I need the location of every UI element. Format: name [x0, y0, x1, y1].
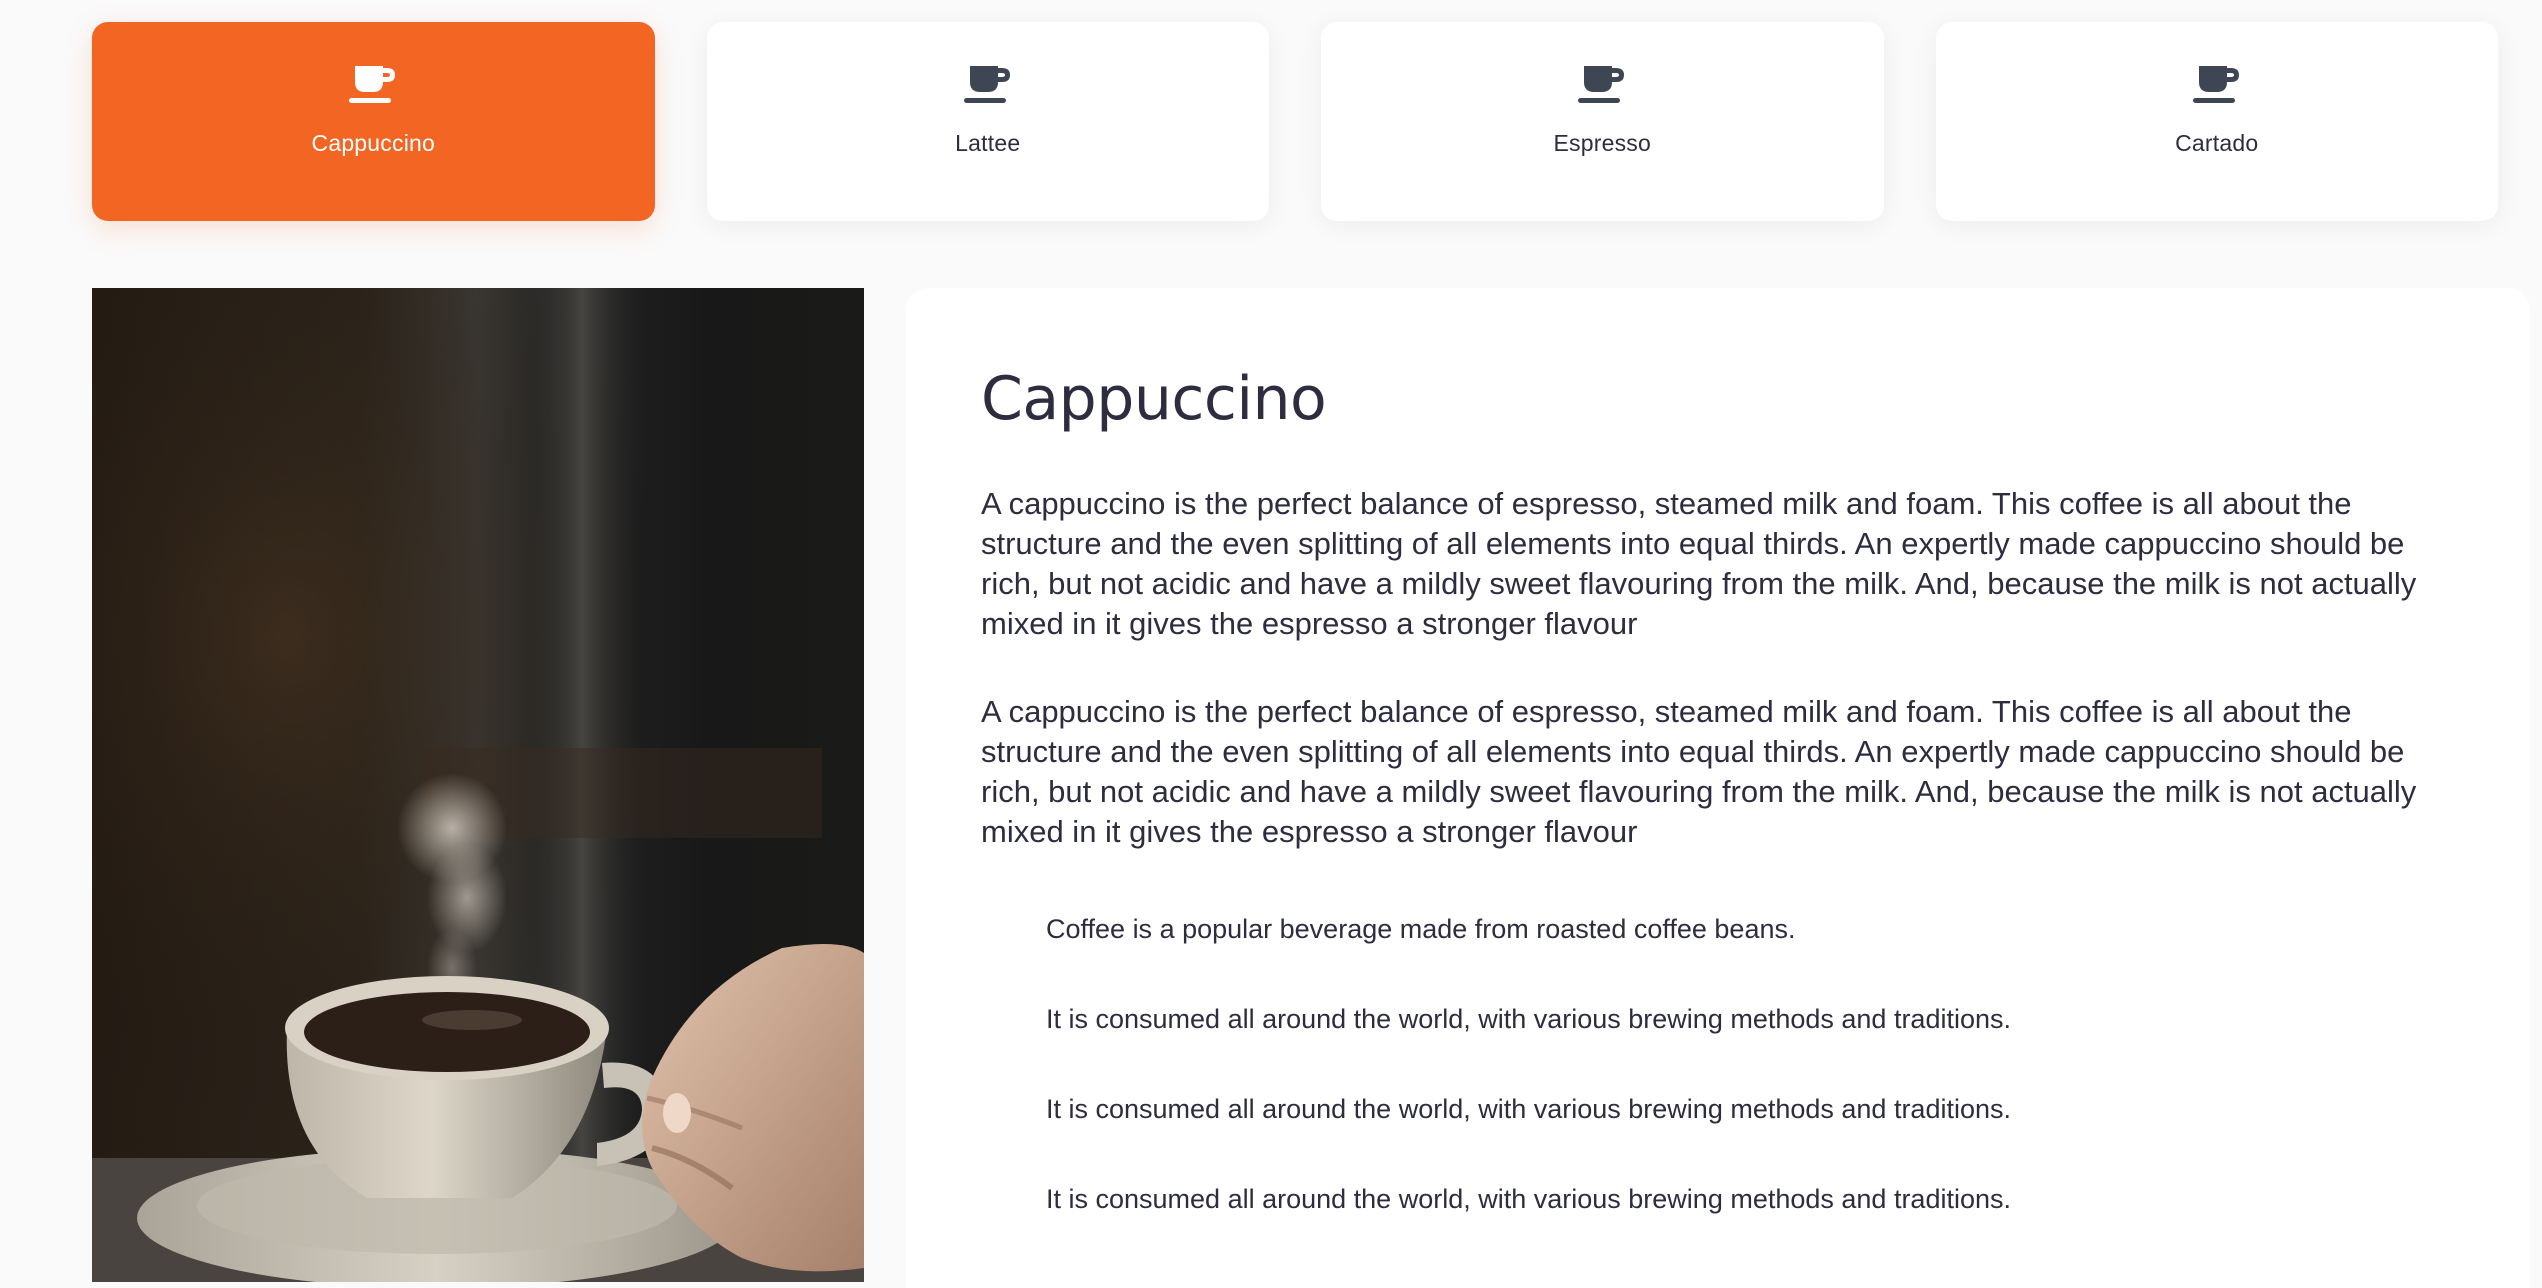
description-paragraph: A cappuccino is the perfect balance of e…	[981, 694, 2417, 849]
coffee-cup-photo-illustration	[92, 288, 864, 1282]
coffee-photo	[92, 288, 864, 1282]
tab-label: Espresso	[1553, 130, 1651, 156]
coffee-cup-icon	[963, 66, 1010, 103]
tab-label: Lattee	[955, 130, 1021, 156]
facts-list: Coffee is a popular beverage made from r…	[981, 912, 2468, 1216]
tab-label: Cappuccino	[311, 130, 435, 156]
description-paragraph: A cappuccino is the perfect balance of e…	[981, 486, 2417, 641]
tab-label: Cartado	[2175, 130, 2259, 156]
list-item: It is consumed all around the world, wit…	[1046, 1184, 2011, 1214]
tab-lattee[interactable]: Lattee	[706, 22, 1269, 221]
coffee-tabs: Cappuccino Lattee Espresso Cartado	[92, 22, 2498, 221]
coffee-detail-panel: Cappuccino A cappuccino is the perfect b…	[906, 288, 2530, 1288]
tab-cartado[interactable]: Cartado	[1935, 22, 2498, 221]
coffee-cup-icon	[1578, 66, 1625, 103]
coffee-cup-icon	[349, 66, 396, 103]
coffee-cup-icon	[2192, 66, 2239, 103]
list-item: It is consumed all around the world, wit…	[1046, 1004, 2011, 1034]
page-title: Cappuccino	[981, 364, 1327, 434]
list-item: It is consumed all around the world, wit…	[1046, 1094, 2011, 1124]
tab-cappuccino[interactable]: Cappuccino	[92, 22, 655, 221]
tab-espresso[interactable]: Espresso	[1321, 22, 1884, 221]
list-item: Coffee is a popular beverage made from r…	[1046, 914, 1796, 944]
